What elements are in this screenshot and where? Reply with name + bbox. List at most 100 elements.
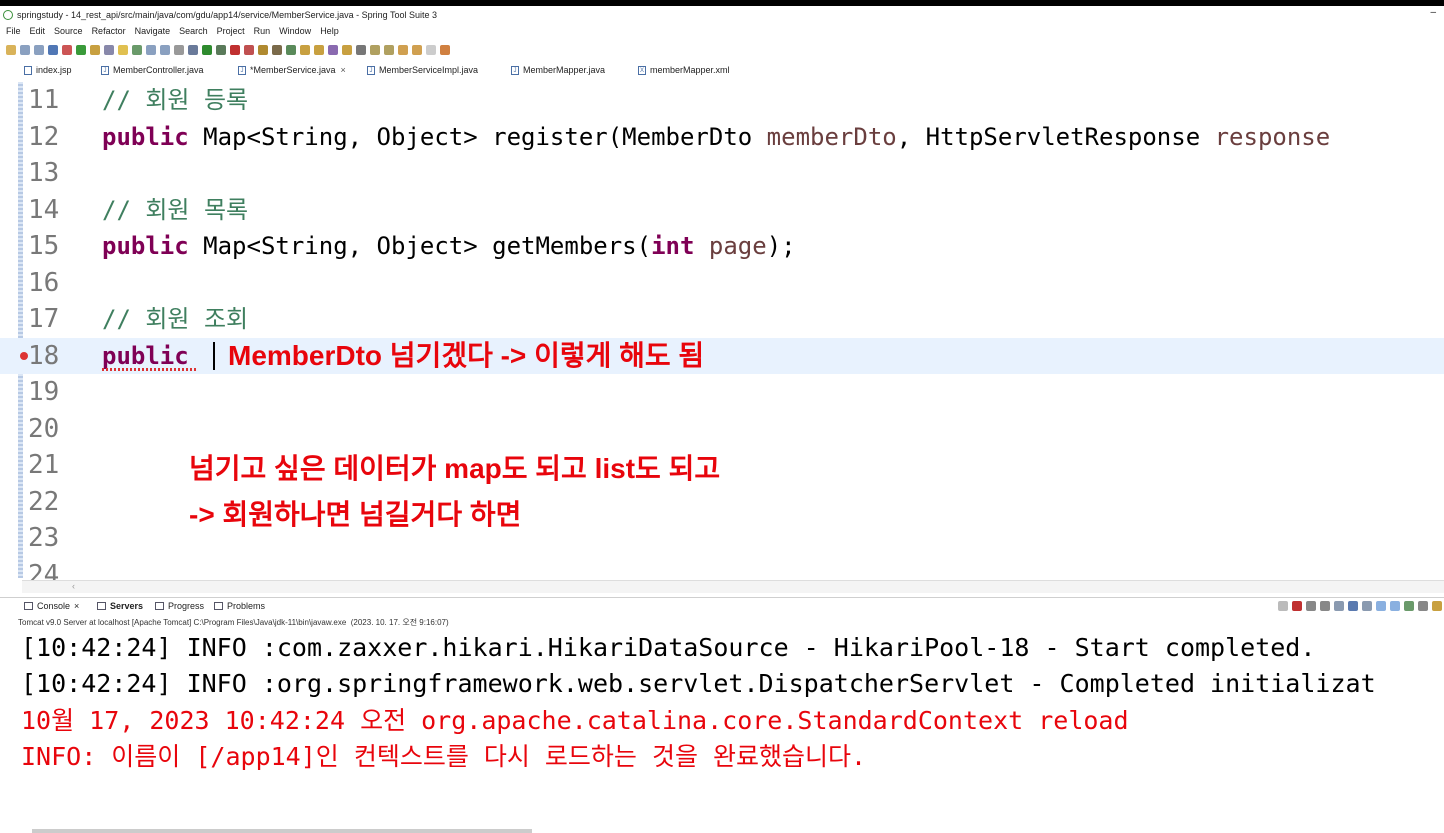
code-line[interactable]: 24 bbox=[0, 557, 1444, 580]
search-icon[interactable] bbox=[328, 45, 338, 55]
forward-icon[interactable] bbox=[426, 45, 436, 55]
spring-logo-icon bbox=[3, 9, 13, 20]
new-server-icon[interactable] bbox=[258, 45, 268, 55]
annotation-icon[interactable] bbox=[356, 45, 366, 55]
line-number: 13 bbox=[28, 158, 60, 188]
error-marker-icon[interactable] bbox=[20, 352, 28, 360]
tab-member-mapper[interactable]: J MemberMapper.java bbox=[511, 65, 605, 75]
code-line[interactable]: 13 bbox=[0, 155, 1444, 191]
terminal-icon[interactable] bbox=[48, 45, 58, 55]
code-line[interactable]: 11 // 회원 등록 bbox=[0, 82, 1444, 118]
prev-annotation-icon[interactable] bbox=[384, 45, 394, 55]
tab-label: MemberMapper.java bbox=[523, 65, 606, 75]
terminate-icon[interactable] bbox=[1292, 601, 1302, 611]
open-resource-icon[interactable] bbox=[342, 45, 352, 55]
spring-boot-icon[interactable] bbox=[76, 45, 86, 55]
tab-member-mapper-xml[interactable]: X memberMapper.xml bbox=[638, 65, 730, 75]
run-icon[interactable] bbox=[202, 45, 212, 55]
display-console-icon[interactable] bbox=[1418, 601, 1428, 611]
debug-icon[interactable] bbox=[188, 45, 198, 55]
menu-project[interactable]: Project bbox=[217, 26, 245, 36]
editor-horizontal-scrollbar[interactable]: ‹ bbox=[22, 580, 1444, 593]
tab-console[interactable]: Console × bbox=[24, 601, 79, 611]
menu-window[interactable]: Window bbox=[279, 26, 311, 36]
last-edit-icon[interactable] bbox=[398, 45, 408, 55]
scroll-left-icon[interactable]: ‹ bbox=[72, 581, 75, 591]
open-console-icon[interactable] bbox=[1404, 601, 1414, 611]
code-line[interactable]: 15 public Map<String, Object> getMembers… bbox=[0, 228, 1444, 264]
menu-source[interactable]: Source bbox=[54, 26, 83, 36]
close-icon[interactable]: × bbox=[74, 601, 79, 611]
close-icon[interactable]: × bbox=[341, 65, 346, 75]
console-line: [10:42:24] INFO :com.zaxxer.hikari.Hikar… bbox=[21, 633, 1316, 662]
code-line[interactable]: 20 bbox=[0, 411, 1444, 447]
current-code-line[interactable]: 18 public MemberDto 넘기겠다 -> 이렇게 해도 됨 bbox=[0, 338, 1444, 374]
console-output[interactable]: [10:42:24] INFO :com.zaxxer.hikari.Hikar… bbox=[0, 630, 1444, 833]
new-class-icon[interactable] bbox=[272, 45, 282, 55]
tab-label: Servers bbox=[110, 601, 144, 611]
scroll-lock-icon[interactable] bbox=[1348, 601, 1358, 611]
code-line[interactable]: 16 bbox=[0, 265, 1444, 301]
code-editor[interactable]: 11 // 회원 등록 12 public Map<String, Object… bbox=[0, 82, 1444, 580]
line-number: 22 bbox=[28, 487, 60, 517]
show-stderr-icon[interactable] bbox=[1390, 601, 1400, 611]
clear-console-icon[interactable] bbox=[1334, 601, 1344, 611]
tab-member-controller[interactable]: J MemberController.java bbox=[101, 65, 204, 75]
new-package-icon[interactable] bbox=[286, 45, 296, 55]
back-icon[interactable] bbox=[412, 45, 422, 55]
next-annotation-icon[interactable] bbox=[370, 45, 380, 55]
tab-index-jsp[interactable]: index.jsp bbox=[24, 65, 72, 75]
perspective-icon[interactable] bbox=[440, 45, 450, 55]
coverage-icon[interactable] bbox=[216, 45, 226, 55]
whitespace-icon[interactable] bbox=[174, 45, 184, 55]
stop-icon[interactable] bbox=[230, 45, 240, 55]
tab-label: MemberController.java bbox=[113, 65, 204, 75]
word-wrap-icon[interactable] bbox=[1362, 601, 1372, 611]
save-all-icon[interactable] bbox=[34, 45, 44, 55]
minimize-button[interactable]: – bbox=[1430, 7, 1436, 18]
new-console-icon[interactable] bbox=[1432, 601, 1442, 611]
remove-launch-icon[interactable] bbox=[1306, 601, 1316, 611]
tab-progress[interactable]: Progress bbox=[155, 601, 204, 611]
tab-label: Problems bbox=[227, 601, 266, 611]
toggle-block-icon[interactable] bbox=[146, 45, 156, 55]
servers-icon bbox=[97, 602, 106, 610]
external-tools-icon[interactable] bbox=[244, 45, 254, 55]
open-task-icon[interactable] bbox=[314, 45, 324, 55]
skip-breakpoints-icon[interactable] bbox=[62, 45, 72, 55]
word-wrap-icon[interactable] bbox=[160, 45, 170, 55]
window-title: springstudy - 14_rest_api/src/main/java/… bbox=[17, 9, 438, 20]
line-number: 16 bbox=[28, 268, 60, 298]
tab-servers[interactable]: Servers bbox=[97, 601, 143, 611]
tab-member-service[interactable]: J *MemberService.java × bbox=[238, 65, 346, 75]
menu-search[interactable]: Search bbox=[179, 26, 208, 36]
keyword: public bbox=[102, 342, 189, 370]
tab-label: *MemberService.java bbox=[250, 65, 336, 75]
new-file-icon[interactable] bbox=[6, 45, 16, 55]
show-stdout-icon[interactable] bbox=[1376, 601, 1386, 611]
menu-help[interactable]: Help bbox=[320, 26, 339, 36]
menu-file[interactable]: File bbox=[6, 26, 21, 36]
build-icon[interactable] bbox=[90, 45, 100, 55]
menu-edit[interactable]: Edit bbox=[30, 26, 46, 36]
tab-problems[interactable]: Problems bbox=[214, 601, 265, 611]
console-toolbar bbox=[1276, 601, 1444, 611]
toggle-mark-icon[interactable] bbox=[132, 45, 142, 55]
menu-run[interactable]: Run bbox=[254, 26, 271, 36]
code-line[interactable]: 19 bbox=[0, 374, 1444, 410]
java-file-icon: J bbox=[238, 65, 246, 75]
highlight-icon[interactable] bbox=[118, 45, 128, 55]
code-line[interactable]: 12 public Map<String, Object> register(M… bbox=[0, 119, 1444, 155]
line-number: 18 bbox=[28, 341, 60, 371]
open-type-icon[interactable] bbox=[300, 45, 310, 55]
menu-refactor[interactable]: Refactor bbox=[92, 26, 126, 36]
pin-console-icon[interactable] bbox=[1278, 601, 1288, 611]
code-line[interactable]: 17 // 회원 조회 bbox=[0, 301, 1444, 337]
tab-member-service-impl[interactable]: J MemberServiceImpl.java bbox=[367, 65, 478, 75]
code-line[interactable]: 14 // 회원 목록 bbox=[0, 192, 1444, 228]
save-icon[interactable] bbox=[20, 45, 30, 55]
remove-all-icon[interactable] bbox=[1320, 601, 1330, 611]
pin-icon[interactable] bbox=[104, 45, 114, 55]
menu-navigate[interactable]: Navigate bbox=[135, 26, 171, 36]
console-horizontal-scrollbar[interactable] bbox=[32, 829, 532, 833]
